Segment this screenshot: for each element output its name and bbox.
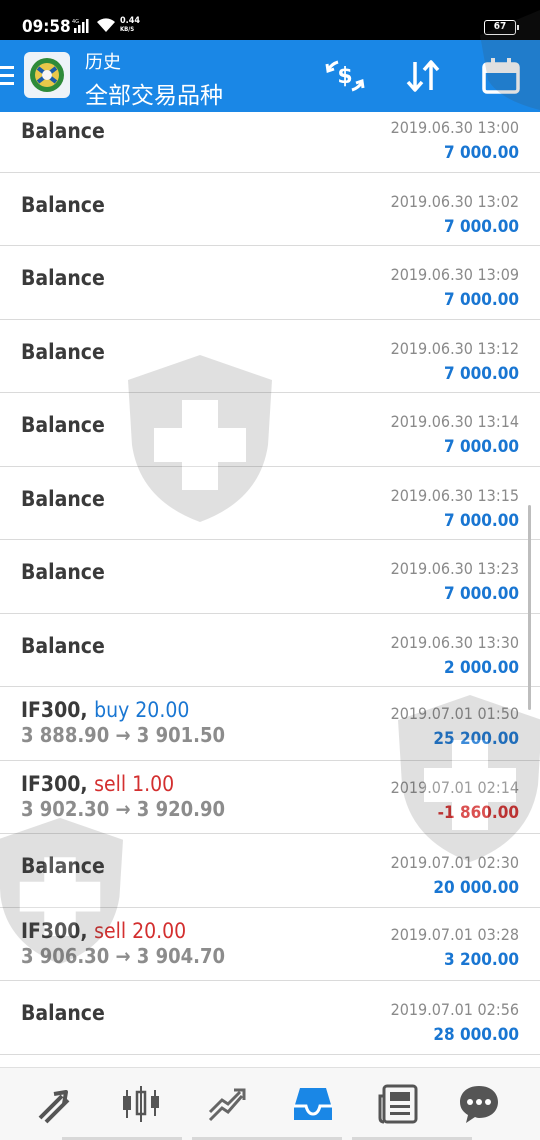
row-amount: 20 000.00 xyxy=(433,878,519,898)
row-amount: 7 000.00 xyxy=(444,290,519,310)
history-row[interactable]: Balance 2019.06.30 13:00 7 000.00 xyxy=(0,112,540,173)
row-amount: 7 000.00 xyxy=(444,584,519,604)
trade-symbol: IF300, xyxy=(21,918,88,943)
balance-label: Balance xyxy=(21,633,105,658)
history-row[interactable]: Balance 2019.06.30 13:23 7 000.00 xyxy=(0,540,540,614)
balance-label: Balance xyxy=(21,854,105,878)
row-date: 2019.06.30 13:02 xyxy=(390,191,519,211)
trade-prices: 3 902.30 → 3 920.90 xyxy=(21,796,226,821)
quotes-icon[interactable] xyxy=(32,1082,78,1126)
row-date: 2019.07.01 02:14 xyxy=(390,777,519,797)
page-title: 历史 xyxy=(85,52,121,73)
row-date: 2019.06.30 13:23 xyxy=(390,559,519,578)
row-date: 2019.07.01 02:56 xyxy=(390,1000,519,1019)
row-amount: 25 200.00 xyxy=(433,729,519,749)
balance-label: Balance xyxy=(21,413,105,437)
menu-icon[interactable] xyxy=(0,66,14,86)
row-date: 2019.06.30 13:12 xyxy=(390,338,519,358)
bottom-nav xyxy=(0,1067,540,1140)
balance-label: Balance xyxy=(21,339,105,364)
status-bar: 09:58 4G 0.44 KB/S 67 xyxy=(0,0,540,40)
trade-icon[interactable] xyxy=(204,1082,250,1126)
row-amount: 7 000.00 xyxy=(444,143,519,163)
history-row[interactable]: Balance 2019.06.30 13:09 7 000.00 xyxy=(0,246,540,320)
trade-type-buy: buy 20.00 xyxy=(94,698,190,722)
row-date: 2019.07.01 02:30 xyxy=(390,853,519,872)
history-row[interactable]: Balance 2019.07.01 02:56 28 000.00 xyxy=(0,981,540,1055)
history-list[interactable]: Balance 2019.06.30 13:00 7 000.00 Balance 20… xyxy=(0,112,540,1067)
row-date: 2019.07.01 03:28 xyxy=(390,924,519,944)
trade-prices: 3 888.90 → 3 901.50 xyxy=(21,723,226,747)
news-icon[interactable] xyxy=(376,1082,422,1126)
trade-title: IF300, sell 20.00 xyxy=(21,919,186,943)
battery-icon: 67 xyxy=(484,20,519,35)
balance-label: Balance xyxy=(21,266,105,290)
svg-text:$: $ xyxy=(337,64,352,89)
row-date: 2019.06.30 13:00 xyxy=(390,118,519,137)
calendar-icon[interactable] xyxy=(480,56,522,96)
history-row[interactable]: Balance 2019.06.30 13:12 7 000.00 xyxy=(0,320,540,393)
chart-icon[interactable] xyxy=(118,1082,164,1126)
signal-icon: 4G xyxy=(72,19,89,33)
speed-value: 0.44 xyxy=(120,16,140,26)
wifi-icon xyxy=(97,18,115,32)
history-row[interactable]: Balance 2019.06.30 13:14 7 000.00 xyxy=(0,393,540,467)
trade-prices: 3 906.30 → 3 904.70 xyxy=(21,943,226,968)
trade-symbol: IF300, xyxy=(21,698,88,722)
sort-icon[interactable] xyxy=(402,56,444,96)
history-row[interactable]: IF300, buy 20.00 3 888.90 → 3 901.50 2019.… xyxy=(0,687,540,761)
scrollbar[interactable] xyxy=(528,505,531,710)
history-row[interactable]: Balance 2019.06.30 13:15 7 000.00 xyxy=(0,467,540,540)
balance-label: Balance xyxy=(21,192,105,217)
row-date: 2019.06.30 13:15 xyxy=(390,485,519,505)
history-icon[interactable] xyxy=(290,1082,336,1126)
balance-label: Balance xyxy=(21,1001,105,1025)
app-bar: 历史 全部交易品种 $ xyxy=(0,40,540,112)
balance-label: Balance xyxy=(21,560,105,584)
symbol-filter[interactable]: 全部交易品种 xyxy=(85,76,223,110)
balance-label: Balance xyxy=(21,119,105,143)
row-date: 2019.06.30 13:14 xyxy=(390,412,519,431)
chat-icon[interactable] xyxy=(456,1082,502,1126)
app-logo[interactable] xyxy=(24,52,70,98)
history-row[interactable]: IF300, sell 1.00 3 902.30 → 3 920.90 2019.… xyxy=(0,761,540,834)
row-amount: 7 000.00 xyxy=(444,216,519,237)
trade-type-sell: sell 1.00 xyxy=(94,771,175,796)
balance-label: Balance xyxy=(21,486,105,511)
row-amount: -1 860.00 xyxy=(437,802,519,823)
trade-type-sell: sell 20.00 xyxy=(94,918,187,943)
row-date: 2019.07.01 01:50 xyxy=(390,704,519,723)
row-amount: 28 000.00 xyxy=(433,1025,519,1045)
trade-title: IF300, buy 20.00 xyxy=(21,698,189,722)
row-date: 2019.06.30 13:30 xyxy=(390,632,519,652)
history-row[interactable]: Balance 2019.07.01 02:30 20 000.00 xyxy=(0,834,540,908)
row-amount: 7 000.00 xyxy=(444,437,519,457)
history-row[interactable]: IF300, sell 20.00 3 906.30 → 3 904.70 2019… xyxy=(0,908,540,981)
trade-title: IF300, sell 1.00 xyxy=(21,772,174,796)
row-amount: 2 000.00 xyxy=(444,657,519,678)
row-date: 2019.06.30 13:09 xyxy=(390,265,519,284)
trade-symbol: IF300, xyxy=(21,771,88,796)
network-speed: 0.44 KB/S xyxy=(120,16,140,34)
row-amount: 7 000.00 xyxy=(444,363,519,384)
row-amount: 3 200.00 xyxy=(444,949,519,970)
status-time: 09:58 xyxy=(22,17,71,37)
row-amount: 7 000.00 xyxy=(444,510,519,531)
history-row[interactable]: Balance 2019.06.30 13:02 7 000.00 xyxy=(0,173,540,246)
speed-unit: KB/S xyxy=(120,26,135,33)
exchange-dollar-icon[interactable]: $ xyxy=(324,56,366,96)
network-label: 4G xyxy=(72,19,79,25)
history-row[interactable]: Balance 2019.06.30 13:30 2 000.00 xyxy=(0,614,540,687)
